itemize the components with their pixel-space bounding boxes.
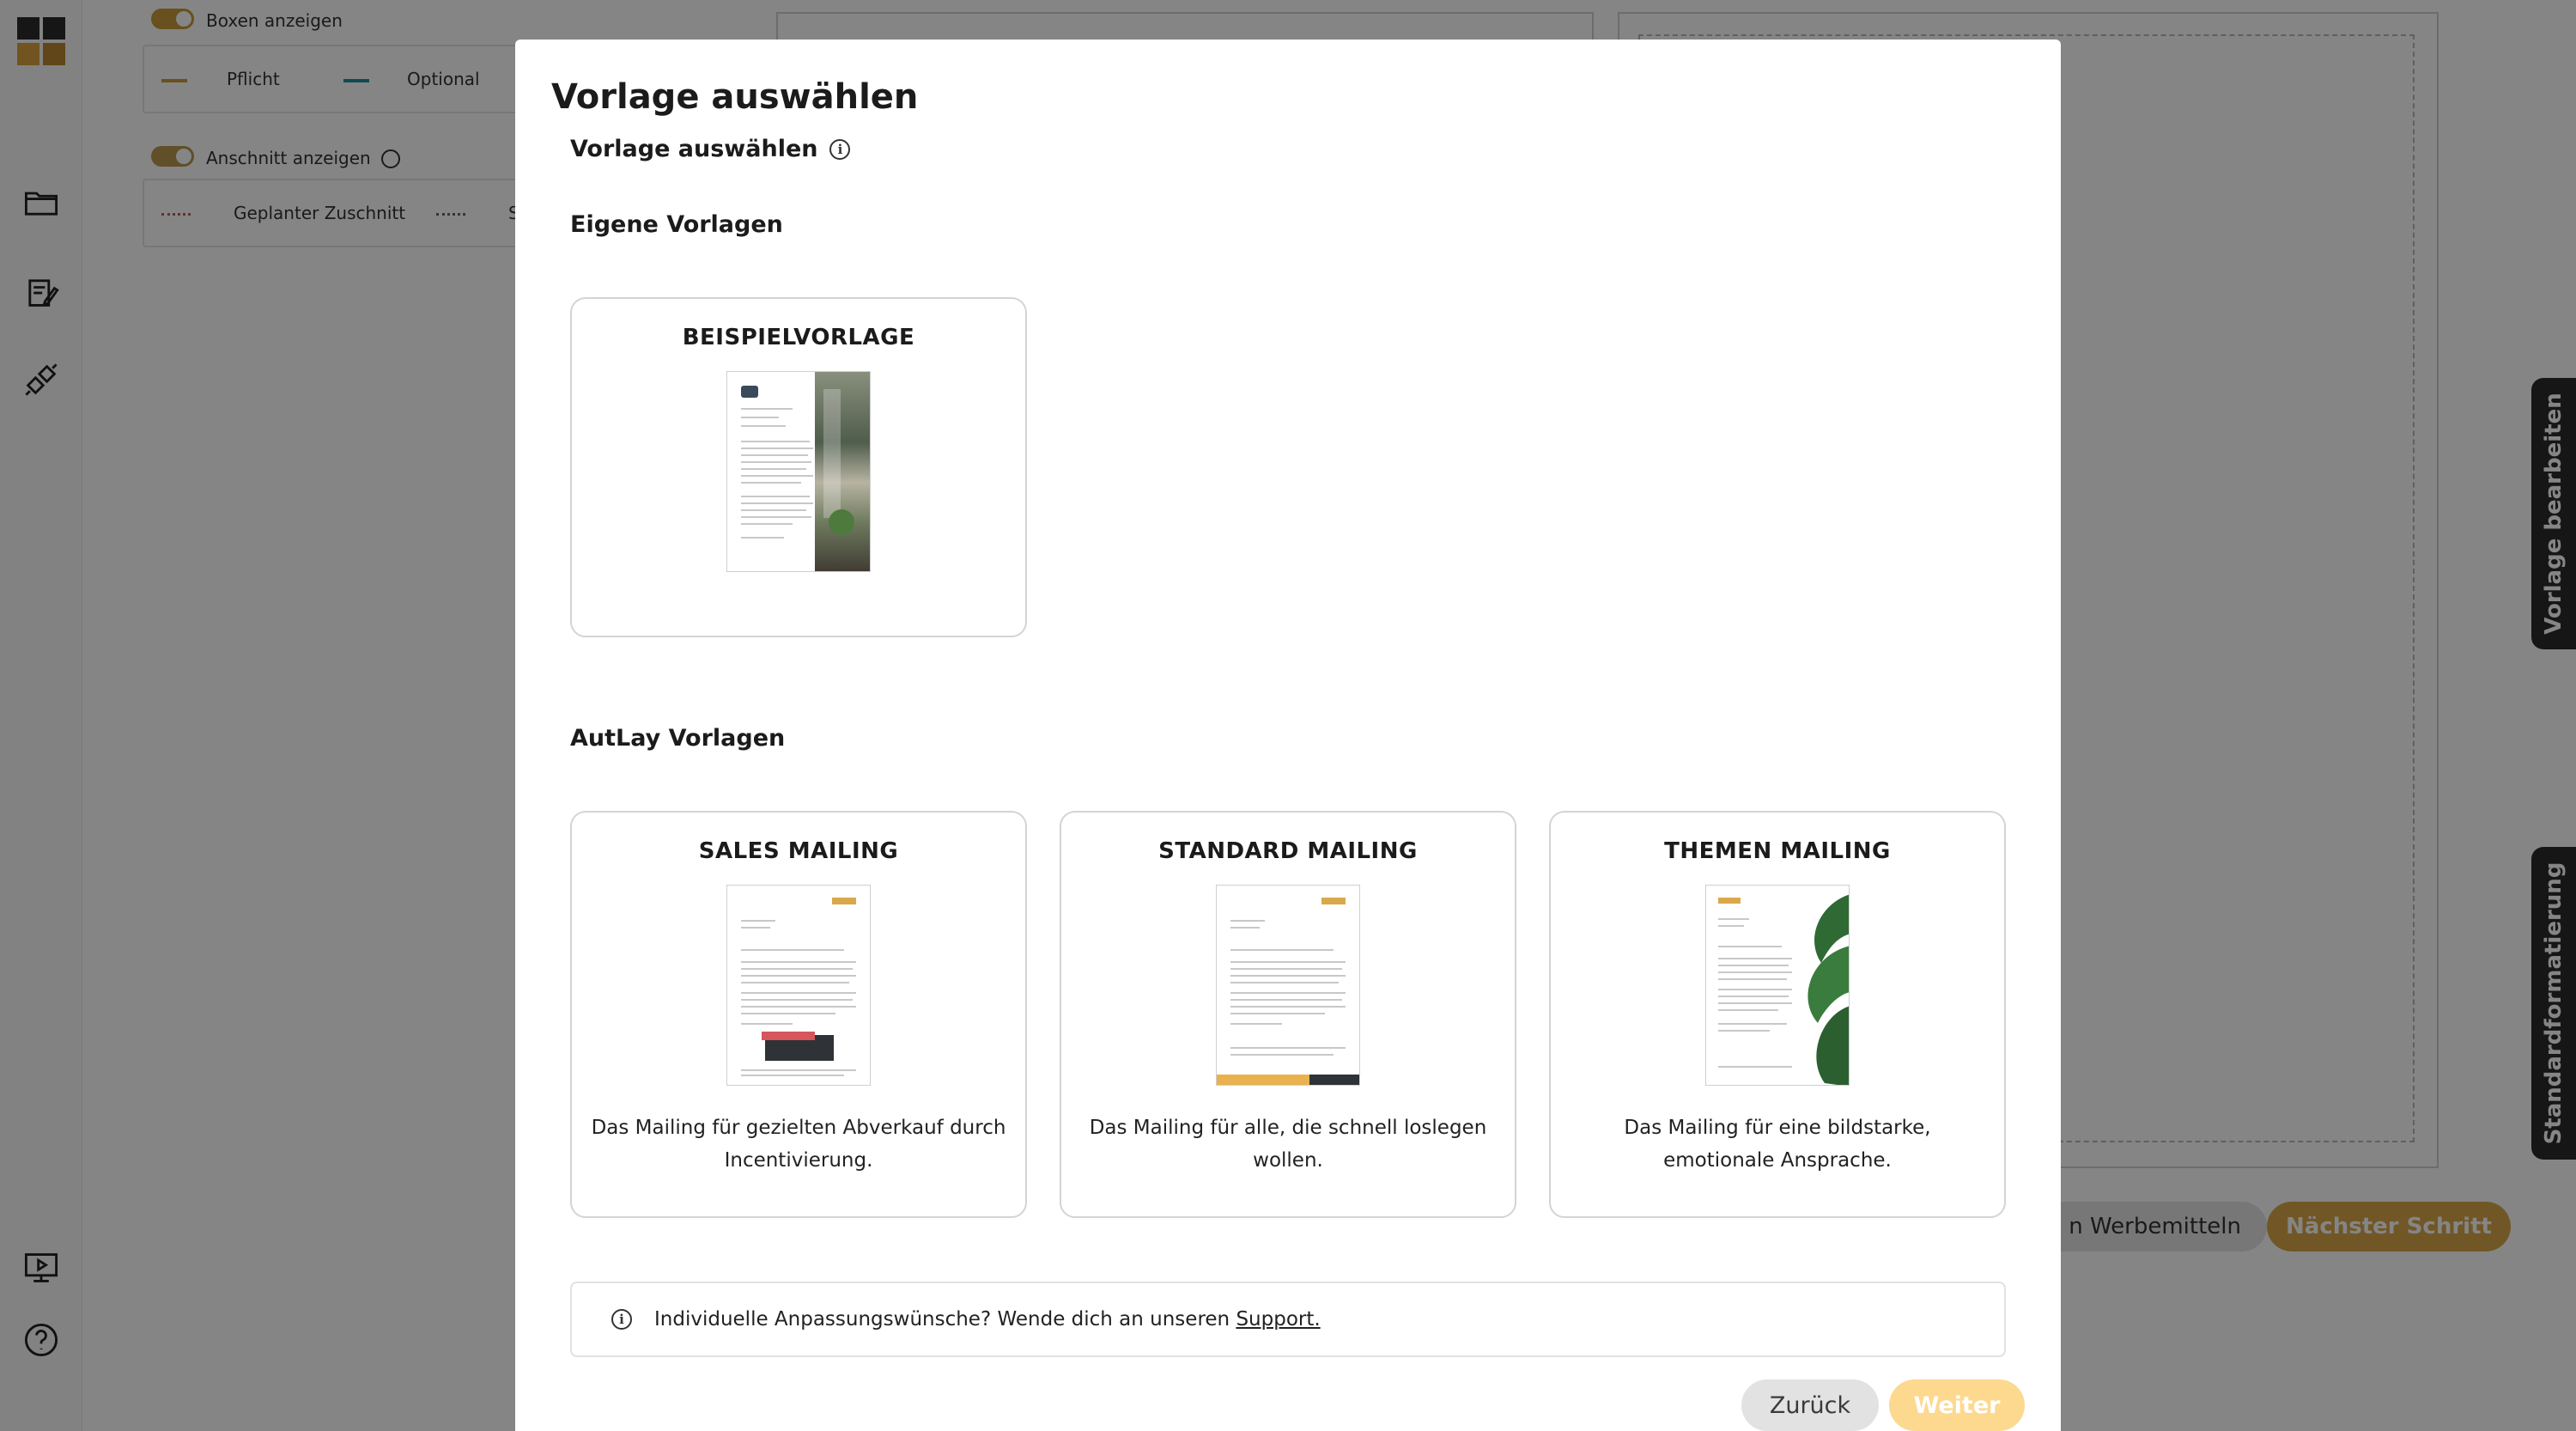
autlay-templates-heading: AutLay Vorlagen — [570, 725, 786, 752]
template-card-description: Das Mailing für eine bildstarke, emotion… — [1624, 1117, 1931, 1172]
template-card-beispielvorlage[interactable]: BEISPIELVORLAGE — [570, 297, 1027, 637]
template-card-themen-mailing[interactable]: THEMEN MAILING Das Mailing für eine bild… — [1549, 811, 2006, 1218]
template-selection-dialog: Vorlage auswählen Vorlage auswählen i Ei… — [515, 40, 2061, 1431]
info-icon: i — [611, 1309, 632, 1330]
support-info-text: Individuelle Anpassungswünsche? Wende di… — [654, 1308, 1321, 1331]
template-card-title: SALES MAILING — [698, 838, 899, 864]
next-button[interactable]: Weiter — [1889, 1379, 2025, 1431]
back-button[interactable]: Zurück — [1741, 1379, 1879, 1431]
template-card-title: STANDARD MAILING — [1158, 838, 1418, 864]
own-templates-heading: Eigene Vorlagen — [570, 211, 783, 238]
support-link[interactable]: Support. — [1236, 1308, 1320, 1331]
template-card-description: Das Mailing für gezielten Abverkauf durc… — [591, 1117, 1006, 1172]
template-preview-image — [1216, 885, 1360, 1086]
template-preview-image — [1705, 885, 1850, 1086]
dialog-title: Vorlage auswählen — [551, 77, 919, 117]
info-icon[interactable]: i — [829, 138, 851, 160]
select-template-heading: Vorlage auswählen i — [570, 136, 851, 162]
template-preview-image — [726, 371, 871, 572]
template-card-title: BEISPIELVORLAGE — [682, 325, 915, 350]
template-card-standard-mailing[interactable]: STANDARD MAILING Das Mailing für alle, d… — [1060, 811, 1516, 1218]
support-info-message: Individuelle Anpassungswünsche? Wende di… — [654, 1308, 1230, 1331]
template-card-sales-mailing[interactable]: SALES MAILING Das Mailing für gezielten … — [570, 811, 1027, 1218]
support-info-box: i Individuelle Anpassungswünsche? Wende … — [570, 1282, 2006, 1357]
template-card-title: THEMEN MAILING — [1664, 838, 1891, 864]
select-template-label: Vorlage auswählen — [570, 136, 818, 162]
template-card-description: Das Mailing für alle, die schnell losleg… — [1089, 1117, 1487, 1172]
template-preview-image — [726, 885, 871, 1086]
app: Boxen anzeigen Pflicht Optional Anschnit… — [0, 0, 2576, 1431]
